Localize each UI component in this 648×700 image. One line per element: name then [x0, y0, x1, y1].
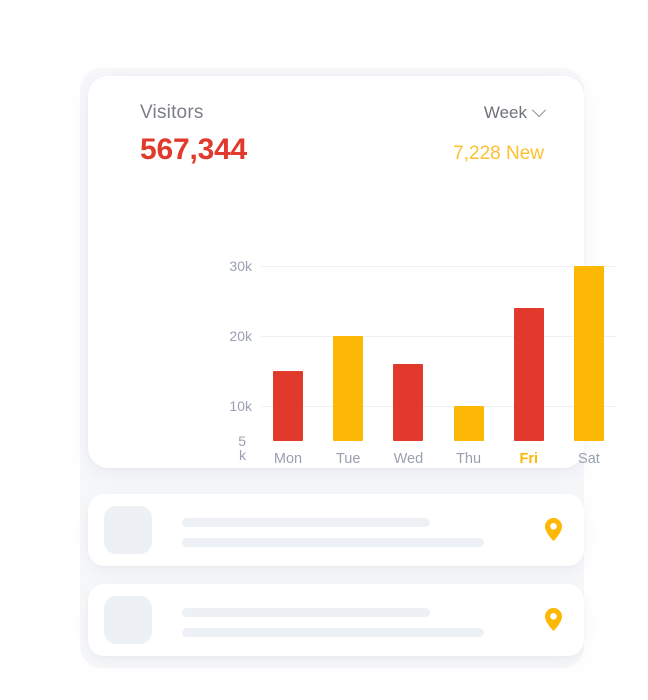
new-visitors-badge: 7,228 New: [453, 143, 544, 164]
card-header: Visitors Week 567,344 7,228 New: [140, 102, 547, 168]
page-title: Visitors: [140, 102, 204, 123]
placeholder-line: [182, 608, 430, 617]
y-axis-tick: 10k: [229, 398, 252, 414]
chart-x-axis: Mon Tue Wed Thu Fri Sat: [261, 451, 616, 467]
placeholder-line: [182, 538, 484, 547]
map-pin-icon[interactable]: [545, 518, 562, 541]
bar-chart: 30k 20k 10k 5 k: [216, 259, 616, 462]
text-placeholder: [182, 518, 484, 547]
x-axis-label-thu[interactable]: Thu: [454, 451, 484, 467]
range-selector-label: Week: [483, 103, 527, 122]
visitors-chart-card: Visitors Week 567,344 7,228 New 30k 20k 10…: [88, 76, 616, 468]
text-placeholder: [182, 608, 484, 637]
list-item[interactable]: [88, 494, 584, 566]
chart-bar[interactable]: [273, 371, 303, 441]
thumbnail-placeholder: [104, 506, 152, 554]
chevron-down-icon: [531, 103, 547, 118]
visitors-total: 567,344: [140, 133, 248, 166]
chart-bar[interactable]: [333, 336, 364, 441]
y-axis-tick: 30k: [229, 258, 252, 274]
chart-bar[interactable]: [453, 406, 484, 441]
placeholder-line: [182, 628, 484, 637]
x-axis-label-tue[interactable]: Tue: [333, 451, 363, 467]
placeholder-line: [182, 518, 430, 527]
range-selector[interactable]: Week: [483, 103, 547, 123]
list-item[interactable]: [88, 584, 584, 656]
x-axis-label-mon[interactable]: Mon: [273, 451, 303, 467]
thumbnail-placeholder: [104, 596, 152, 644]
chart-bars: [261, 266, 616, 441]
chart-bar[interactable]: [573, 266, 604, 441]
y-axis-tick: 20k: [229, 328, 252, 344]
x-axis-label-wed[interactable]: Wed: [393, 451, 424, 467]
map-pin-icon[interactable]: [545, 608, 562, 631]
device-frame: Visitors Week 567,344 7,228 New 30k 20k 10…: [8, 8, 640, 692]
chart-bar[interactable]: [513, 308, 544, 441]
y-axis-tick: 5k: [238, 433, 246, 463]
x-axis-label-sat[interactable]: Sat: [574, 451, 604, 467]
x-axis-label-fri[interactable]: Fri: [514, 451, 544, 467]
chart-bar[interactable]: [393, 364, 424, 441]
